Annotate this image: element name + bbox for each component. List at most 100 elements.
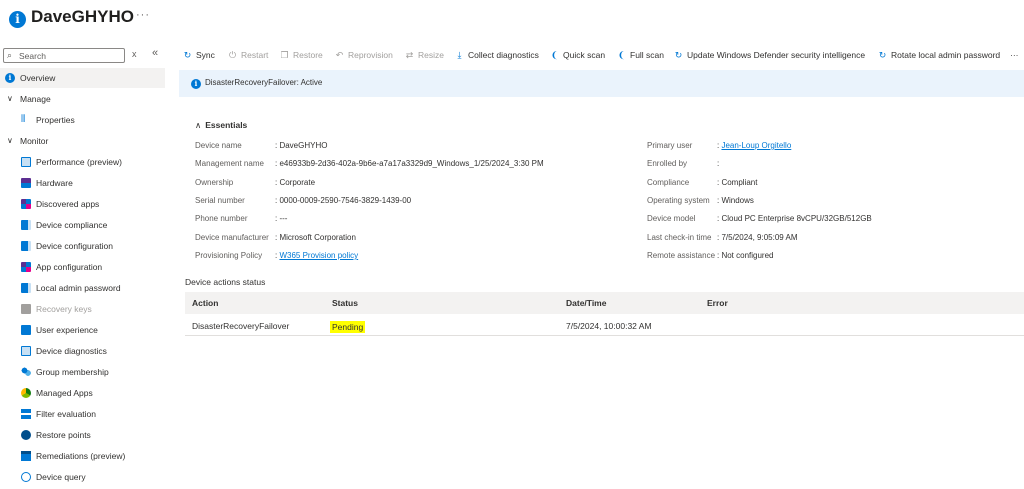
essentials-toggle[interactable]: ∧ Essentials — [195, 120, 247, 131]
page-header: i DaveGHYHO ··· — [0, 0, 1024, 44]
search-icon: ⌕ — [7, 50, 13, 60]
sidebar-item-recovery-keys: Recovery keys — [0, 299, 165, 319]
sidebar-item-overview[interactable]: i Overview — [0, 68, 165, 88]
search-input[interactable] — [19, 50, 119, 61]
sidebar-item-group-membership[interactable]: Group membership — [0, 362, 165, 382]
more-commands-icon[interactable]: ··· — [1010, 49, 1019, 61]
sidebar-item-label: Device compliance — [36, 220, 108, 230]
user-experience-icon — [21, 325, 31, 335]
chevron-up-icon: ∧ — [195, 120, 202, 130]
performance-icon — [21, 157, 31, 167]
sidebar-item-label: Filter evaluation — [36, 409, 97, 419]
restore-icon: ❐ — [280, 50, 289, 60]
sidebar-item-discovered-apps[interactable]: Discovered apps — [0, 194, 165, 214]
sidebar-item-label: App configuration — [36, 262, 103, 272]
sidebar-group-monitor[interactable]: ∨ Monitor — [0, 131, 165, 151]
power-icon: ⏻ — [228, 50, 237, 60]
sidebar-item-label: Discovered apps — [36, 199, 100, 209]
group-icon — [21, 367, 31, 377]
filter-icon — [21, 409, 31, 419]
password-icon — [21, 283, 31, 293]
sidebar-item-label: Remediations (preview) — [36, 451, 126, 461]
collapse-sidebar-icon[interactable]: « — [152, 47, 158, 59]
restore-button: ❐ Restore — [280, 50, 323, 60]
info-icon: i — [5, 73, 15, 83]
column-header-action[interactable]: Action — [192, 298, 218, 308]
sidebar-item-label: Hardware — [36, 178, 73, 188]
download-icon: ⤓ — [457, 50, 462, 60]
info-icon: i — [9, 11, 26, 28]
sidebar-item-label: Manage — [20, 94, 51, 104]
column-header-status[interactable]: Status — [332, 298, 358, 308]
sidebar-item-label: Group membership — [36, 367, 109, 377]
sidebar-item-label: Overview — [20, 73, 56, 83]
sidebar-item-label: Recovery keys — [36, 304, 92, 314]
chevron-down-icon: ∨ — [7, 136, 13, 145]
sidebar-item-device-compliance[interactable]: Device compliance — [0, 215, 165, 235]
reprovision-button: ↶ Reprovision — [335, 50, 393, 60]
device-actions-status-title: Device actions status — [185, 277, 266, 287]
table-header: Action Status Date/Time Error — [185, 292, 1024, 314]
compliance-icon — [21, 220, 31, 230]
sidebar-item-hardware[interactable]: Hardware — [0, 173, 165, 193]
command-bar: ↻ Sync ⏻ Restart ❐ Restore ↶ Reprovision ⇄ Re… — [168, 44, 1024, 66]
cell-datetime: 7/5/2024, 10:00:32 AM — [566, 321, 652, 331]
restore-icon — [21, 430, 31, 440]
sidebar-item-device-query[interactable]: Device query — [0, 467, 165, 487]
sidebar-item-device-diagnostics[interactable]: Device diagnostics — [0, 341, 165, 361]
sidebar-item-managed-apps[interactable]: Managed Apps — [0, 383, 165, 403]
banner-text: DisasterRecoveryFailover: Active — [205, 78, 323, 87]
apps-icon — [21, 199, 31, 209]
status-banner: i DisasterRecoveryFailover: Active — [179, 70, 1024, 97]
cell-status: Pending — [330, 321, 366, 333]
provisioning-policy-link[interactable]: W365 Provision policy — [279, 251, 358, 260]
more-options-icon[interactable]: ··· — [136, 9, 150, 21]
clear-search-icon[interactable]: x — [132, 49, 137, 59]
quick-scan-button[interactable]: ❨ Quick scan — [549, 49, 605, 61]
collect-diagnostics-button[interactable]: ⤓ Collect diagnostics — [454, 49, 539, 61]
sidebar-item-label: User experience — [36, 325, 98, 335]
sidebar-item-local-admin-password[interactable]: Local admin password — [0, 278, 165, 298]
sidebar-item-label: Restore points — [36, 430, 91, 440]
rotate-password-button[interactable]: ↻ Rotate local admin password — [877, 49, 1000, 61]
sidebar-item-label: Device configuration — [36, 241, 114, 251]
update-defender-button[interactable]: ↻ Update Windows Defender security intell… — [673, 49, 865, 61]
sidebar-item-user-experience[interactable]: User experience — [0, 320, 165, 340]
full-scan-button[interactable]: ❨ Full scan — [616, 49, 664, 61]
sidebar-item-label: Device diagnostics — [36, 346, 107, 356]
configuration-icon — [21, 241, 31, 251]
info-icon: i — [191, 79, 201, 89]
sidebar-item-label: Device query — [36, 472, 86, 482]
remediations-icon — [21, 451, 31, 461]
properties-icon: ⫴ — [21, 114, 26, 125]
scan-icon: ❨ — [617, 50, 626, 60]
sidebar-item-device-configuration[interactable]: Device configuration — [0, 236, 165, 256]
table-row[interactable]: DisasterRecoveryFailover Pending 7/5/202… — [185, 314, 1024, 336]
diagnostics-icon — [21, 346, 31, 356]
sidebar-group-manage[interactable]: ∨ Manage — [0, 89, 165, 109]
managed-apps-icon — [21, 388, 31, 398]
search-box[interactable]: ⌕ — [3, 48, 125, 63]
sidebar-item-app-configuration[interactable]: App configuration — [0, 257, 165, 277]
refresh-key-icon: ↻ — [878, 50, 887, 60]
resize-icon: ⇄ — [405, 50, 414, 60]
hardware-icon — [21, 178, 31, 188]
sidebar-item-properties[interactable]: ⫴ Properties — [0, 110, 165, 130]
sidebar-item-performance[interactable]: Performance (preview) — [0, 152, 165, 172]
sidebar-item-label: Managed Apps — [36, 388, 93, 398]
sidebar-item-remediations[interactable]: Remediations (preview) — [0, 446, 165, 466]
reprovision-icon: ↶ — [335, 50, 344, 60]
column-header-error[interactable]: Error — [707, 298, 728, 308]
column-header-datetime[interactable]: Date/Time — [566, 298, 606, 308]
sync-button[interactable]: ↻ Sync — [182, 49, 215, 61]
scan-icon: ❨ — [550, 50, 559, 60]
app-configuration-icon — [21, 262, 31, 272]
sidebar: ⌕ x « i Overview ∨ Manage ⫴ Properties ∨… — [0, 44, 168, 489]
sidebar-item-label: Properties — [36, 115, 75, 125]
sidebar-item-filter-evaluation[interactable]: Filter evaluation — [0, 404, 165, 424]
refresh-shield-icon: ↻ — [674, 50, 683, 60]
query-icon — [21, 472, 31, 482]
sidebar-item-restore-points[interactable]: Restore points — [0, 425, 165, 445]
sidebar-item-label: Monitor — [20, 136, 49, 146]
primary-user-link[interactable]: Jean-Loup Orgitello — [721, 141, 791, 150]
